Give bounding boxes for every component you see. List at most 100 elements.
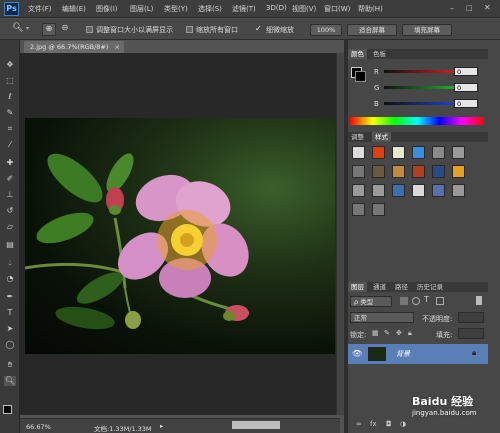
style-swatch[interactable]: [352, 203, 365, 216]
color-spectrum[interactable]: [350, 117, 484, 125]
red-slider[interactable]: [384, 70, 462, 73]
background-color-chip[interactable]: [355, 71, 366, 82]
menu-filter[interactable]: 滤镜(T): [232, 4, 256, 14]
style-swatch[interactable]: [392, 184, 405, 197]
red-value[interactable]: 0: [454, 67, 478, 76]
layer-name[interactable]: 背景: [396, 349, 410, 359]
style-swatch[interactable]: [412, 165, 425, 178]
blue-slider[interactable]: [384, 102, 462, 105]
close-icon[interactable]: ✕: [484, 3, 491, 12]
menu-select[interactable]: 选择(S): [198, 4, 222, 14]
style-swatch[interactable]: [372, 165, 385, 178]
menu-view[interactable]: 视图(V): [292, 4, 316, 14]
filter-toggle[interactable]: [476, 296, 482, 305]
style-swatch[interactable]: [452, 184, 465, 197]
lock-position-icon[interactable]: ✥: [396, 329, 402, 337]
eyedropper-tool-icon[interactable]: ⁄: [4, 140, 16, 150]
style-swatch[interactable]: [372, 203, 385, 216]
filter-shape-icon[interactable]: [436, 297, 444, 305]
green-slider[interactable]: [384, 86, 462, 89]
fit-screen-button[interactable]: 适合屏幕: [347, 24, 397, 36]
style-swatch[interactable]: [352, 165, 365, 178]
style-swatch[interactable]: [452, 165, 465, 178]
zoom-tool-icon[interactable]: 🔍︎: [4, 376, 16, 386]
minimize-icon[interactable]: –: [450, 4, 454, 13]
filter-type-icon[interactable]: T: [424, 295, 429, 304]
menu-type[interactable]: 类型(Y): [164, 4, 188, 14]
blue-value[interactable]: 0: [454, 99, 478, 108]
tab-history[interactable]: 历史记录: [414, 282, 446, 292]
maximize-icon[interactable]: □: [466, 4, 473, 12]
document-tab[interactable]: 2.jpg @ 66.7%(RGB/8#) ×: [24, 41, 124, 53]
menu-edit[interactable]: 编辑(E): [62, 4, 86, 14]
foreground-color-swatch[interactable]: [3, 405, 12, 414]
healing-brush-tool-icon[interactable]: ✚: [4, 158, 16, 168]
style-swatch[interactable]: [392, 165, 405, 178]
type-tool-icon[interactable]: T: [4, 308, 16, 318]
fill-screen-button[interactable]: 填充屏幕: [402, 24, 452, 36]
style-swatch[interactable]: [452, 146, 465, 159]
lock-pixels-icon[interactable]: ✎: [384, 329, 390, 337]
status-menu-arrow-icon[interactable]: ▸: [160, 422, 163, 430]
tab-swatches[interactable]: 色板: [370, 49, 389, 59]
tab-layers[interactable]: 图层: [348, 282, 367, 292]
history-brush-tool-icon[interactable]: ↺: [4, 206, 16, 216]
zoom-level[interactable]: 66.67%: [26, 423, 51, 431]
blend-mode-select[interactable]: 正常: [350, 312, 414, 323]
tab-styles[interactable]: 样式: [372, 132, 391, 142]
link-layers-icon[interactable]: ∞: [356, 420, 362, 428]
style-swatch[interactable]: [352, 146, 365, 159]
add-mask-icon[interactable]: ◘: [386, 420, 392, 428]
style-swatch[interactable]: [372, 184, 385, 197]
path-selection-tool-icon[interactable]: ➤: [4, 324, 16, 334]
eraser-tool-icon[interactable]: ▱: [4, 222, 16, 232]
horizontal-scrollbar-thumb[interactable]: [232, 421, 280, 429]
menu-file[interactable]: 文件(F): [28, 4, 52, 14]
style-swatch[interactable]: [432, 146, 445, 159]
zoom-all-checkbox[interactable]: [186, 26, 193, 33]
menu-3d[interactable]: 3D(D): [266, 4, 287, 12]
document-image[interactable]: [24, 118, 335, 354]
dodge-tool-icon[interactable]: ◔: [4, 274, 16, 284]
style-swatch[interactable]: [352, 184, 365, 197]
resize-windows-checkbox[interactable]: [86, 26, 93, 33]
style-swatch[interactable]: [412, 184, 425, 197]
shape-tool-icon[interactable]: ◯: [4, 340, 16, 350]
layer-filter-select[interactable]: ρ 类型: [350, 296, 392, 307]
style-swatch[interactable]: [432, 165, 445, 178]
tab-color[interactable]: 颜色: [348, 49, 367, 59]
blur-tool-icon[interactable]: 💧︎: [4, 258, 16, 268]
menu-window[interactable]: 窗口(W): [324, 4, 350, 14]
style-swatch[interactable]: [392, 146, 405, 159]
brush-tool-icon[interactable]: ✐: [4, 174, 16, 184]
menu-layer[interactable]: 图层(L): [130, 4, 153, 14]
menu-help[interactable]: 帮助(H): [358, 4, 383, 14]
move-tool-icon[interactable]: ✥: [4, 60, 16, 70]
zoom-out-icon[interactable]: ⊖: [58, 23, 72, 36]
marquee-tool-icon[interactable]: ⬚: [4, 76, 16, 86]
quick-select-tool-icon[interactable]: ✎: [4, 108, 16, 118]
filter-pixel-icon[interactable]: [400, 297, 408, 305]
lock-transparent-icon[interactable]: ▦: [372, 329, 379, 337]
tab-paths[interactable]: 路径: [392, 282, 411, 292]
tab-channels[interactable]: 通道: [370, 282, 389, 292]
layer-row[interactable]: 👁︎ 背景 🔒︎: [348, 344, 488, 364]
tab-adjustments[interactable]: 调整: [348, 132, 367, 142]
layer-style-icon[interactable]: fx: [370, 420, 377, 428]
pen-tool-icon[interactable]: ✒: [4, 292, 16, 302]
lasso-tool-icon[interactable]: ℓ: [4, 92, 16, 102]
style-swatch[interactable]: [412, 146, 425, 159]
menu-image[interactable]: 图像(I): [96, 4, 118, 14]
zoom-in-icon[interactable]: ⊕: [42, 23, 56, 36]
opacity-input[interactable]: [458, 312, 484, 323]
actual-pixels-button[interactable]: 100%: [310, 24, 342, 36]
close-tab-icon[interactable]: ×: [115, 41, 120, 53]
chevron-down-icon[interactable]: ▾: [26, 25, 29, 32]
vertical-scrollbar[interactable]: [336, 53, 344, 415]
clone-stamp-tool-icon[interactable]: ⊥: [4, 190, 16, 200]
style-swatch[interactable]: [372, 146, 385, 159]
gradient-tool-icon[interactable]: ▤: [4, 240, 16, 250]
zoom-tool-icon[interactable]: 🔍︎: [12, 23, 23, 33]
filter-adjustment-icon[interactable]: [412, 297, 420, 305]
lock-all-icon[interactable]: 🔒︎: [408, 329, 412, 338]
